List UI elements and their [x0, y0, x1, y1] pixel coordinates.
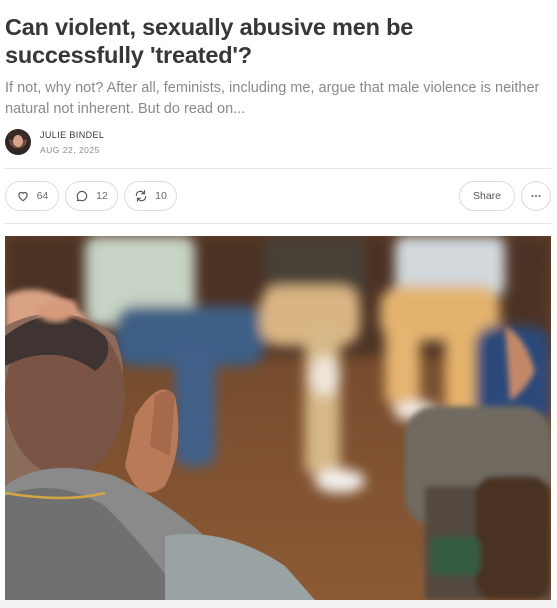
like-button[interactable]: 64 [5, 181, 59, 211]
comment-button[interactable]: 12 [65, 181, 118, 211]
share-label: Share [472, 190, 502, 202]
restack-button[interactable]: 10 [124, 181, 177, 211]
post-title: Can violent, sexually abusive men be suc… [5, 14, 414, 68]
restack-count: 10 [155, 190, 167, 202]
bottom-strip [0, 600, 557, 608]
post-actions: 64 12 10 Share [5, 181, 551, 211]
post-subtitle: If not, why not? After all, feminists, i… [5, 80, 540, 117]
author-avatar[interactable] [5, 129, 31, 155]
like-count: 64 [36, 190, 49, 202]
author-name[interactable]: JULIE BINDEL [40, 129, 104, 141]
post-date: AUG 22, 2025 [40, 144, 100, 155]
hero-image [5, 236, 551, 600]
divider-top [5, 168, 551, 169]
divider-bottom [5, 223, 551, 224]
heart-icon [17, 191, 28, 202]
restack-arrows-icon [135, 190, 147, 202]
comment-count: 12 [96, 190, 108, 202]
share-button[interactable]: Share [459, 181, 515, 211]
speech-bubble-icon [76, 190, 88, 202]
ellipsis-icon [531, 194, 541, 198]
more-button[interactable] [521, 181, 551, 211]
byline: JULIE BINDEL AUG 22, 2025 [5, 127, 104, 157]
